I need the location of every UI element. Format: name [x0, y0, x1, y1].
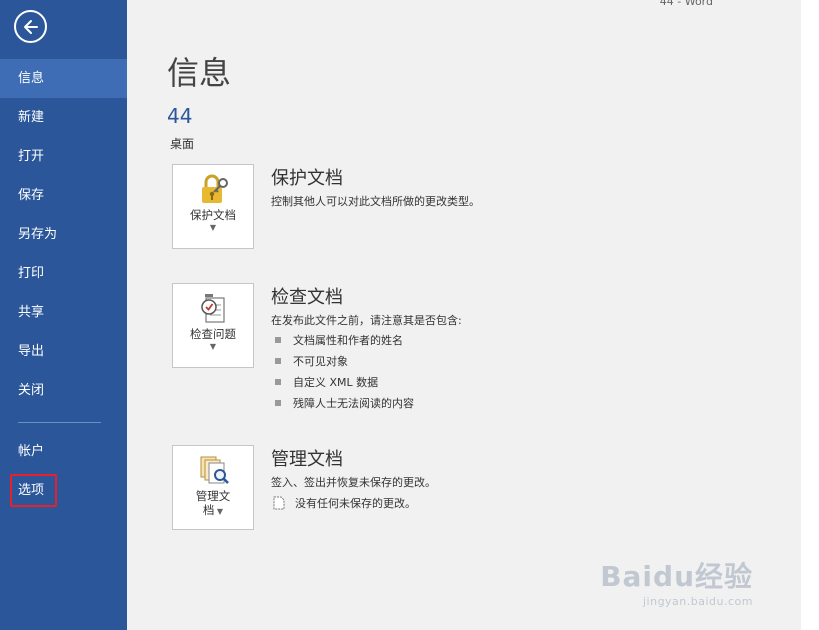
check-for-issues-button-label: 检查问题: [190, 327, 236, 341]
protect-section-title: 保护文档: [271, 168, 343, 189]
inspect-section-description: 在发布此文件之前，请注意其是否包含:: [271, 314, 462, 327]
nav-options[interactable]: 选项: [0, 471, 127, 510]
backstage-sidebar: 信息 新建 打开 保存 另存为 打印 共享 导出 关闭 帐户 选项: [0, 0, 127, 630]
page-title: 信息: [167, 54, 232, 92]
chevron-down-icon: ▼: [209, 342, 217, 351]
watermark-url: jingyan.baidu.com: [642, 595, 753, 608]
protect-section-description: 控制其他人可以对此文档所做的更改类型。: [271, 195, 480, 208]
nav-save[interactable]: 保存: [0, 176, 127, 215]
document-name: 44: [167, 104, 193, 128]
nav-divider: [18, 422, 101, 423]
nav-open[interactable]: 打开: [0, 137, 127, 176]
unsaved-changes-status: 没有任何未保存的更改。: [273, 495, 416, 511]
lock-key-icon: [202, 174, 228, 203]
manage-document-label-line1: 管理文: [195, 489, 231, 503]
back-arrow-icon: [23, 19, 38, 34]
manage-document-label-line2: 档: [202, 503, 215, 517]
bullet-square-icon: [275, 358, 281, 364]
window-title: 44 - Word: [659, 0, 713, 8]
manage-section-description: 签入、签出并恢复未保存的更改。: [271, 476, 436, 489]
bullet-square-icon: [275, 337, 281, 343]
protect-document-button-label: 保护文档: [190, 208, 236, 222]
nav-account[interactable]: 帐户: [0, 432, 127, 471]
inspect-bullet-text: 自定义 XML 数据: [293, 376, 379, 389]
protect-document-button[interactable]: 保护文档 ▼: [172, 164, 254, 249]
document-location: 桌面: [170, 137, 195, 151]
manage-section: 管理文 档 ▼ 管理文档 签入、签出并恢复未保存的更改。 没有任何未保存的更改。: [172, 445, 732, 535]
inspect-section-title: 检查文档: [271, 287, 343, 308]
nav-share[interactable]: 共享: [0, 293, 127, 332]
inspect-bullet: 不可见对象: [275, 353, 348, 369]
nav-close[interactable]: 关闭: [0, 371, 127, 410]
inspect-bullet: 文档属性和作者的姓名: [275, 332, 403, 348]
inspect-bullet-text: 不可见对象: [293, 355, 348, 368]
inspect-bullet-text: 残障人士无法阅读的内容: [293, 397, 414, 410]
unsaved-changes-text: 没有任何未保存的更改。: [295, 497, 416, 510]
document-icon: [273, 496, 285, 510]
inspect-section: 检查问题 ▼ 检查文档 在发布此文件之前，请注意其是否包含: 文档属性和作者的姓…: [172, 283, 732, 413]
chevron-down-icon: ▼: [214, 507, 224, 516]
chevron-down-icon: ▼: [209, 223, 217, 232]
nav-export[interactable]: 导出: [0, 332, 127, 371]
manage-document-button-label: 管理文 档 ▼: [173, 489, 253, 519]
check-for-issues-button[interactable]: 检查问题 ▼: [172, 283, 254, 368]
manage-document-button[interactable]: 管理文 档 ▼: [172, 445, 254, 530]
window-edge: [801, 0, 819, 630]
watermark-logo-text: Baidu经验: [600, 560, 753, 593]
protect-section: 保护文档 ▼ 保护文档 控制其他人可以对此文档所做的更改类型。: [172, 164, 732, 254]
nav-new[interactable]: 新建: [0, 98, 127, 137]
inspect-bullet: 自定义 XML 数据: [275, 374, 378, 390]
back-button[interactable]: [14, 10, 47, 43]
inspect-bullet: 残障人士无法阅读的内容: [275, 395, 414, 411]
checklist-icon: [201, 294, 225, 323]
manage-section-title: 管理文档: [271, 449, 343, 470]
manage-document-icon: [200, 456, 229, 484]
nav-info[interactable]: 信息: [0, 59, 127, 98]
info-panel: 44 - Word 信息 44 桌面 保护文档 ▼ 保护文档 控制其他人可以对此…: [127, 0, 801, 630]
bullet-square-icon: [275, 379, 281, 385]
baidu-watermark: Baidu经验 jingyan.baidu.com: [600, 555, 753, 608]
nav-print[interactable]: 打印: [0, 254, 127, 293]
nav-save-as[interactable]: 另存为: [0, 215, 127, 254]
bullet-square-icon: [275, 400, 281, 406]
inspect-bullet-text: 文档属性和作者的姓名: [293, 334, 403, 347]
